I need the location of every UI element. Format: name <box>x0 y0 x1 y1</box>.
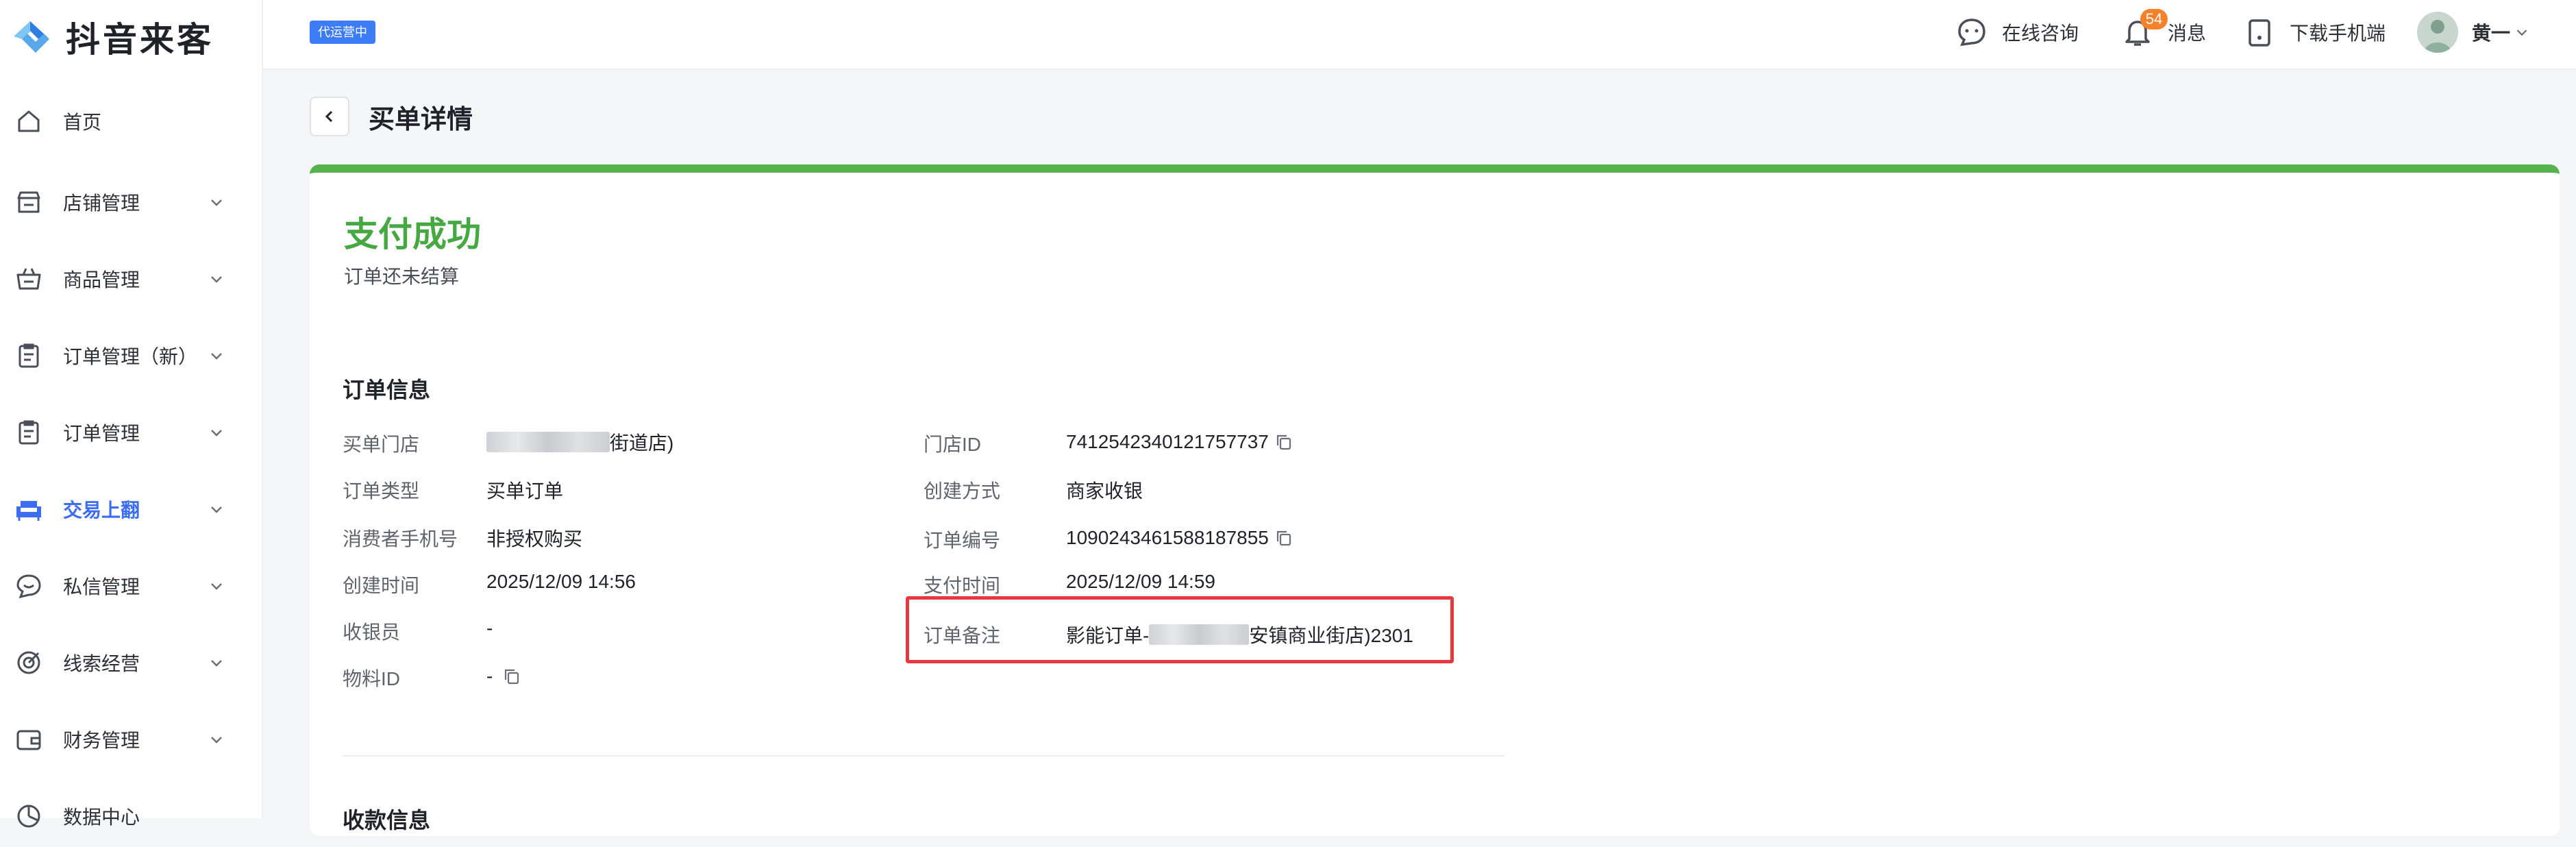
payment-time-value: 2025/12/09 14:59 <box>1066 571 1215 592</box>
order-type-value: 买单订单 <box>486 480 564 502</box>
cashier-value: - <box>486 617 493 639</box>
app-name: 抖音来客 <box>66 21 214 59</box>
sidebar-item-label: 订单管理（新） <box>63 346 198 367</box>
creation-method-value: 商家收银 <box>1066 480 1143 502</box>
app-logo[interactable]: 抖音来客 <box>10 12 214 62</box>
created-time-value: 2025/12/09 14:56 <box>486 571 636 592</box>
chevron-down-icon <box>207 500 226 519</box>
sidebar: 抖音来客 首页 店铺管理 商品管理 订单管理（新） 订单管理 交易上翻 私信管理… <box>0 0 263 828</box>
online-consult-label: 在线咨询 <box>2002 23 2079 44</box>
order-number-value: 1090243461588187855 <box>1066 527 1293 549</box>
sidebar-item-home[interactable]: 首页 <box>0 90 262 152</box>
sidebar-item-messages[interactable]: 私信管理 <box>0 555 262 617</box>
chevron-down-icon <box>207 576 226 596</box>
order-info-title: 订单信息 <box>343 378 431 402</box>
sidebar-item-data-center[interactable]: 数据中心 <box>0 785 262 847</box>
chevron-down-icon <box>207 193 226 212</box>
user-name: 黄一 <box>2472 23 2511 44</box>
mobile-phone-icon <box>2249 19 2270 47</box>
download-app-label: 下载手机端 <box>2290 23 2386 44</box>
field-label: 收银员 <box>343 622 401 643</box>
sidebar-item-label: 私信管理 <box>63 576 140 598</box>
material-id-value: - <box>486 665 521 687</box>
chart-icon <box>14 801 44 831</box>
sidebar-item-label: 商品管理 <box>63 269 140 291</box>
chevron-left-icon <box>325 110 333 123</box>
sidebar-item-orders[interactable]: 订单管理 <box>0 402 262 463</box>
field-label: 买单门店 <box>343 434 420 455</box>
consumer-phone-value: 非授权购买 <box>486 528 583 550</box>
settlement-status-text: 订单还未结算 <box>344 266 460 287</box>
sidebar-item-label: 订单管理 <box>63 423 140 444</box>
field-label: 门店ID <box>924 434 982 455</box>
basket-icon <box>14 264 44 294</box>
store-icon <box>14 187 44 217</box>
sidebar-item-products[interactable]: 商品管理 <box>0 248 262 310</box>
sidebar-item-store[interactable]: 店铺管理 <box>0 171 262 233</box>
sidebar-item-label: 线索经营 <box>63 653 140 674</box>
chevron-down-icon <box>207 346 226 365</box>
wallet-icon <box>14 724 44 754</box>
online-consult-button[interactable]: 在线咨询 <box>1954 14 2079 51</box>
section-divider <box>343 755 1504 757</box>
field-label: 物料ID <box>343 668 401 689</box>
store-id-text: 7412542340121757737 <box>1066 431 1269 452</box>
sidebar-item-label: 首页 <box>63 112 102 133</box>
field-label: 支付时间 <box>924 575 1001 596</box>
sidebar-item-label: 交易上翻 <box>63 500 140 521</box>
clipboard-icon <box>14 417 44 447</box>
field-label: 订单编号 <box>924 530 1001 551</box>
sidebar-item-leads[interactable]: 线索经营 <box>0 632 262 693</box>
field-label: 创建方式 <box>924 480 1001 502</box>
store-name-text: 街道店) <box>610 432 674 454</box>
copy-icon[interactable] <box>502 667 521 686</box>
copy-icon[interactable] <box>1274 432 1293 452</box>
target-icon <box>14 648 44 678</box>
message-count-badge: 54 <box>2140 9 2168 29</box>
field-label: 消费者手机号 <box>343 528 458 550</box>
douyin-laike-logo-icon <box>14 21 49 53</box>
sofa-icon <box>14 494 44 524</box>
sidebar-item-finance[interactable]: 财务管理 <box>0 709 262 770</box>
user-menu[interactable]: 黄一 <box>2417 11 2531 53</box>
redacted-text <box>486 432 610 452</box>
order-number-text: 1090243461588187855 <box>1066 527 1269 548</box>
clipboard-icon <box>14 341 44 371</box>
field-label: 创建时间 <box>343 575 420 596</box>
chevron-down-icon <box>207 269 226 289</box>
chevron-down-icon <box>207 423 226 442</box>
page-title: 买单详情 <box>369 105 473 134</box>
sidebar-item-trading[interactable]: 交易上翻 <box>0 478 262 540</box>
store-name-value: 街道店) <box>486 428 673 456</box>
home-icon <box>14 106 44 136</box>
copy-icon[interactable] <box>1274 528 1293 548</box>
avatar <box>2417 12 2458 53</box>
chat-icon <box>14 571 44 601</box>
messages-button[interactable]: 54 消息 <box>2120 9 2207 51</box>
chat-smile-icon <box>1958 19 1985 47</box>
download-app-button[interactable]: 下载手机端 <box>2242 14 2386 51</box>
chevron-down-icon <box>2516 29 2527 36</box>
page-title-row: 买单详情 <box>310 96 473 137</box>
sidebar-item-label: 财务管理 <box>63 730 140 751</box>
payment-status-title: 支付成功 <box>344 215 481 254</box>
sidebar-item-orders-new[interactable]: 订单管理（新） <box>0 325 262 386</box>
material-id-text: - <box>486 665 493 687</box>
sidebar-item-label: 店铺管理 <box>63 193 140 214</box>
field-label: 订单类型 <box>343 480 420 502</box>
chevron-down-icon <box>207 730 226 749</box>
sidebar-item-label: 数据中心 <box>63 807 140 828</box>
messages-label: 消息 <box>2168 23 2207 44</box>
payment-info-title: 收款信息 <box>343 808 431 833</box>
order-detail-card: 支付成功 订单还未结算 订单信息 买单门店 街道店) 订单类型 买单订单 消费者… <box>310 164 2560 836</box>
top-header: 代运营中 在线咨询 54 消息 下载手机端 黄一 <box>263 0 2576 70</box>
remark-highlight-box <box>906 596 1454 663</box>
chevron-down-icon <box>207 653 226 672</box>
ops-status-badge: 代运营中 <box>310 21 375 44</box>
store-id-value: 7412542340121757737 <box>1066 431 1293 453</box>
back-button[interactable] <box>310 97 349 136</box>
